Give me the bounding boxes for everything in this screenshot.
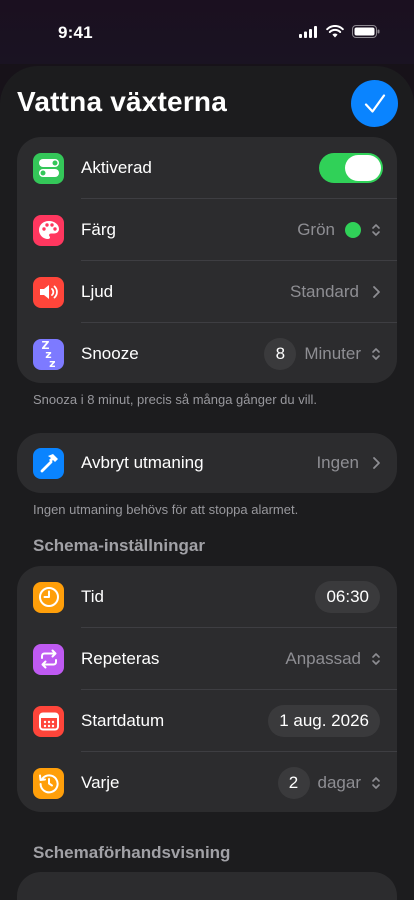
- preview-section-header: Schemaförhandsvisning: [33, 843, 231, 862]
- hammer-icon: [33, 447, 64, 479]
- schedule-section-header: Schema-inställningar: [33, 536, 205, 555]
- time-value-group: 06:30: [315, 581, 380, 613]
- enabled-label: Aktiverad: [81, 158, 152, 177]
- every-label: Varje: [81, 773, 120, 792]
- calendar-icon: [33, 705, 64, 737]
- status-bar: 9:41: [0, 0, 414, 64]
- challenge-label: Avbryt utmaning: [81, 453, 204, 472]
- battery-icon: [352, 25, 380, 38]
- challenge-value: Ingen: [316, 453, 359, 472]
- palette-icon: [33, 214, 64, 246]
- time-row[interactable]: Tid 06:30: [17, 566, 397, 628]
- enabled-row: Aktiverad: [17, 137, 397, 199]
- repeat-row[interactable]: Repeteras Anpassad: [17, 628, 397, 690]
- snooze-label: Snooze: [81, 344, 139, 363]
- color-label: Färg: [81, 220, 116, 239]
- start-date-value-group: 1 aug. 2026: [268, 705, 380, 737]
- start-date-label: Startdatum: [81, 711, 165, 730]
- sound-value-group: Standard: [290, 282, 381, 302]
- chevron-right-icon: [373, 457, 380, 469]
- schedule-group: Tid 06:30 Repeteras Anpassad Startdatum …: [17, 566, 397, 812]
- every-count[interactable]: 2: [277, 767, 310, 799]
- sound-label: Ljud: [81, 282, 114, 301]
- sound-value: Standard: [290, 282, 359, 301]
- enabled-toggle[interactable]: [319, 153, 383, 183]
- snooze-picker[interactable]: 8 Minuter: [264, 338, 381, 370]
- repeat-picker[interactable]: Anpassad: [285, 649, 381, 669]
- clock-icon: [33, 581, 64, 613]
- wifi-icon: [326, 25, 344, 38]
- sound-row[interactable]: Ljud Standard: [17, 261, 397, 323]
- time-picker[interactable]: 06:30: [315, 581, 380, 613]
- alarm-settings-group: Aktiverad Färg Grön Ljud Standard Z z z …: [17, 137, 397, 383]
- chevron-up-down-icon: [372, 224, 380, 236]
- chevron-up-down-icon: [372, 653, 380, 665]
- snooze-unit: Minuter: [304, 344, 361, 363]
- repeat-icon: [33, 643, 64, 675]
- challenge-group: Avbryt utmaning Ingen: [17, 433, 397, 493]
- status-time: 9:41: [58, 23, 93, 42]
- history-icon: [33, 767, 64, 799]
- done-button[interactable]: [351, 80, 398, 127]
- color-value: Grön: [297, 220, 335, 239]
- color-row[interactable]: Färg Grön: [17, 199, 397, 261]
- start-date-row[interactable]: Startdatum 1 aug. 2026: [17, 690, 397, 752]
- challenge-row[interactable]: Avbryt utmaning Ingen: [17, 433, 397, 493]
- cellular-signal-icon: [299, 25, 317, 38]
- snooze-row[interactable]: Z z z Snooze 8 Minuter: [17, 323, 397, 385]
- challenge-footnote: Ingen utmaning behövs för att stoppa ala…: [33, 502, 299, 517]
- every-picker[interactable]: 2 dagar: [277, 767, 381, 799]
- chevron-up-down-icon: [372, 348, 380, 360]
- start-date-picker[interactable]: 1 aug. 2026: [268, 705, 380, 737]
- repeat-label: Repeteras: [81, 649, 160, 668]
- schedule-preview-group: [17, 872, 397, 900]
- toggle-icon: [33, 152, 64, 184]
- checkmark-icon: [364, 93, 385, 113]
- chevron-right-icon: [373, 286, 380, 298]
- repeat-value: Anpassad: [285, 649, 361, 668]
- zzz-icon: Z z z: [33, 338, 64, 370]
- speaker-icon: [33, 276, 64, 308]
- every-row[interactable]: Varje 2 dagar: [17, 752, 397, 814]
- snooze-footnote: Snooza i 8 minut, precis så många gånger…: [33, 392, 317, 407]
- every-unit: dagar: [317, 773, 361, 792]
- snooze-count[interactable]: 8: [264, 338, 297, 370]
- challenge-value-group: Ingen: [316, 453, 381, 473]
- time-label: Tid: [81, 587, 104, 606]
- color-swatch: [345, 222, 361, 238]
- page-title: Vattna växterna: [17, 86, 227, 117]
- chevron-up-down-icon: [372, 777, 380, 789]
- status-icons: [299, 25, 380, 38]
- color-picker[interactable]: Grön: [297, 220, 381, 240]
